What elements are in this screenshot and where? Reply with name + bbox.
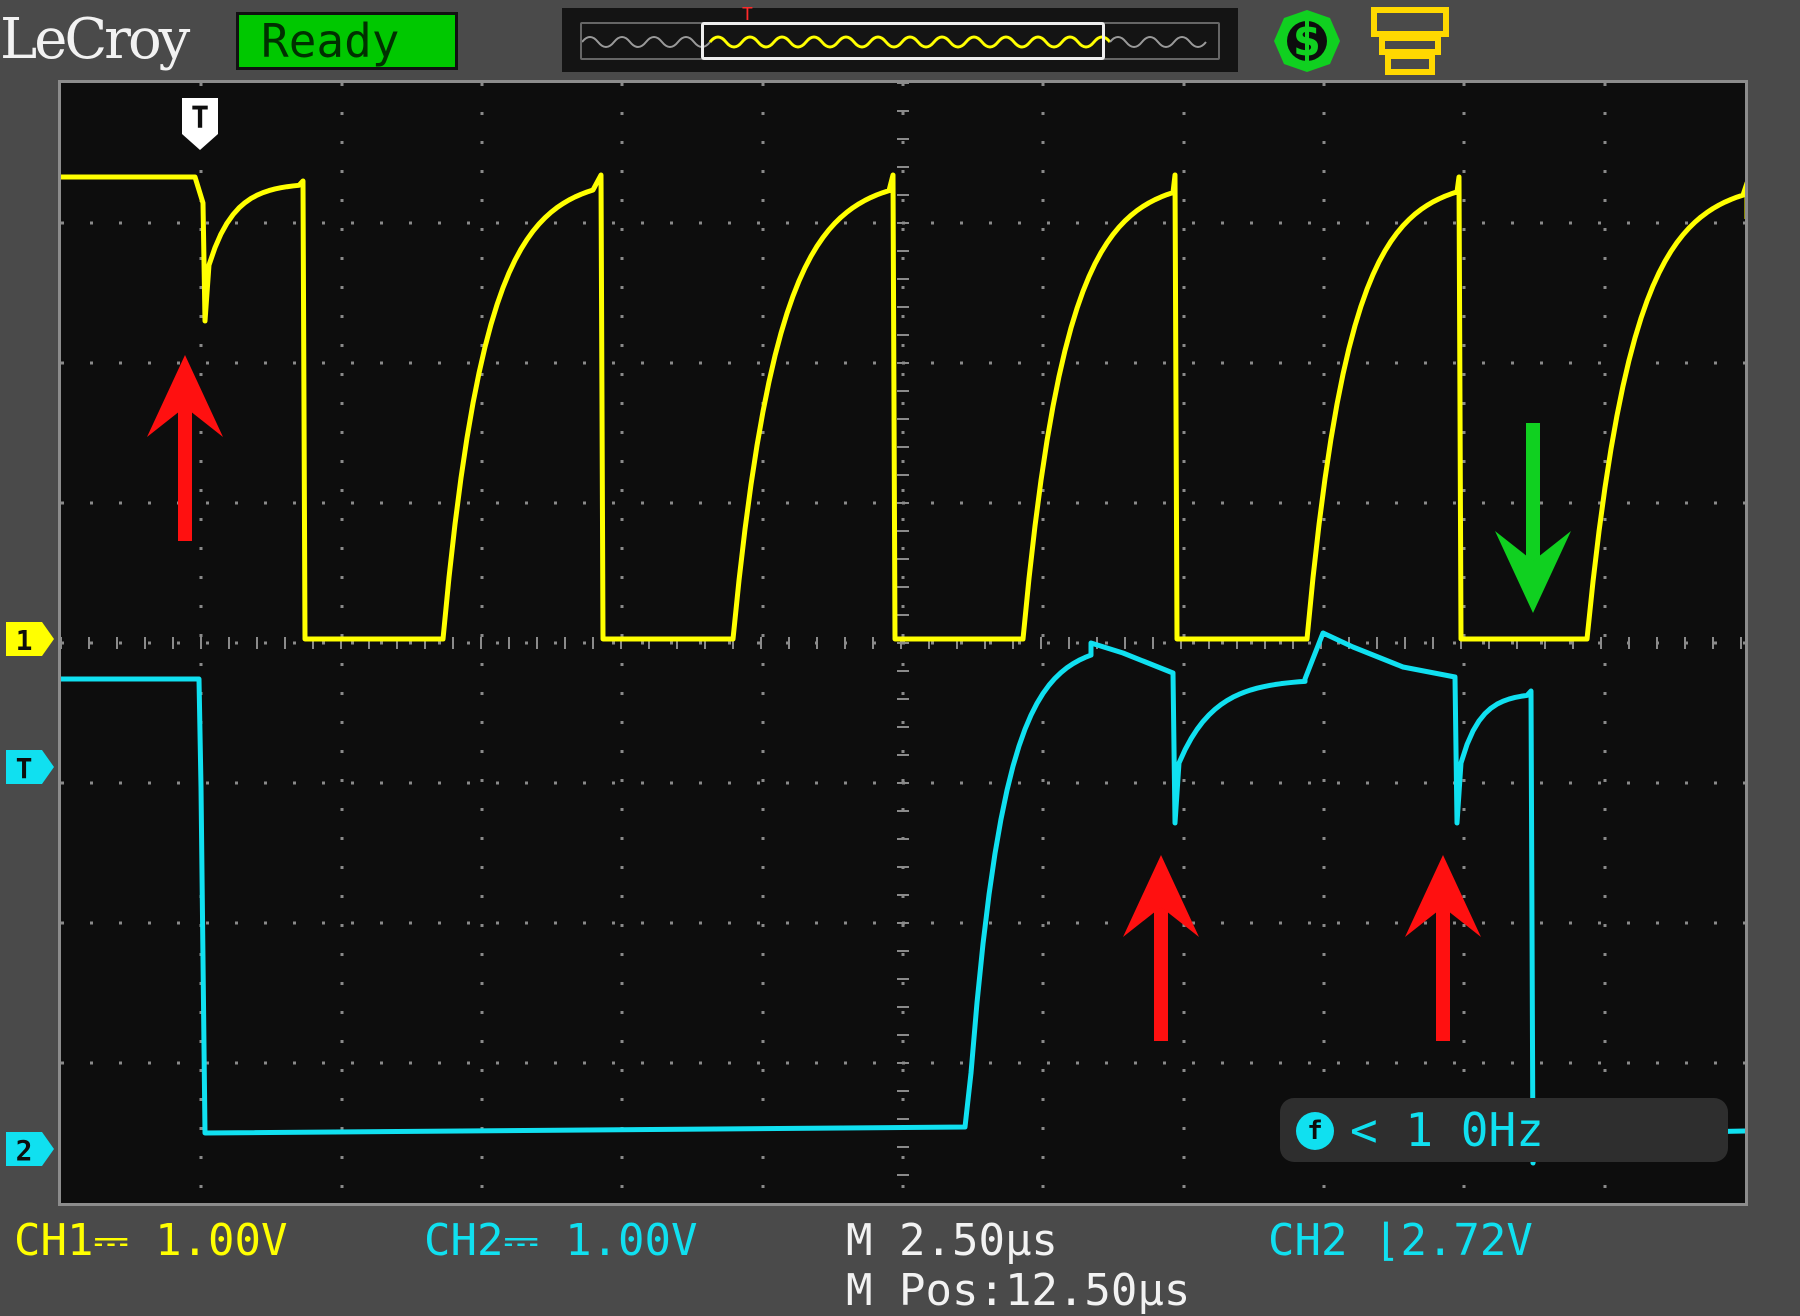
waveform-display[interactable] bbox=[58, 80, 1748, 1206]
timebase-overview-bar: T bbox=[562, 4, 1238, 72]
red-arrow-3 bbox=[1405, 855, 1481, 1041]
acquisition-status-badge: Ready bbox=[236, 12, 458, 70]
dollar-sign-icon[interactable]: S bbox=[1270, 8, 1344, 74]
annotation-arrows bbox=[147, 355, 1571, 1041]
trigger-time-marker: T bbox=[182, 98, 218, 150]
red-arrow-2 bbox=[1123, 855, 1199, 1041]
brand-logo: LeCroy bbox=[0, 7, 190, 72]
trigger-level-marker[interactable]: T bbox=[6, 750, 54, 784]
frequency-counter-icon: f bbox=[1296, 1112, 1334, 1150]
trigger-time-label: T bbox=[191, 101, 209, 136]
ch2-ground-marker[interactable]: 2 bbox=[6, 1132, 54, 1166]
ch1-ground-marker[interactable]: 1 bbox=[6, 622, 54, 656]
trigger-position-icon: T bbox=[742, 4, 753, 25]
trigger-readout[interactable]: CH2 ⌊2.72V bbox=[1268, 1216, 1533, 1266]
ch2-ground-label: 2 bbox=[16, 1134, 33, 1166]
ch1-ground-label: 1 bbox=[16, 624, 33, 656]
timebase-readout[interactable]: M 2.50µs bbox=[846, 1216, 1058, 1266]
frequency-counter: f < 1 0Hz bbox=[1280, 1098, 1728, 1162]
green-arrow bbox=[1495, 423, 1571, 613]
horizontal-position-readout[interactable]: M Pos:12.50µs bbox=[846, 1266, 1190, 1316]
frequency-value: < 1 0Hz bbox=[1350, 1103, 1544, 1157]
trigger-level-label: T bbox=[16, 752, 33, 784]
red-arrow-1 bbox=[147, 355, 223, 541]
ch1-scale-readout[interactable]: CH1⎓ 1.00V bbox=[14, 1216, 288, 1266]
ch2-scale-readout[interactable]: CH2⎓ 1.00V bbox=[424, 1216, 698, 1266]
printer-icon[interactable] bbox=[1370, 6, 1450, 76]
visible-window[interactable] bbox=[701, 22, 1105, 60]
